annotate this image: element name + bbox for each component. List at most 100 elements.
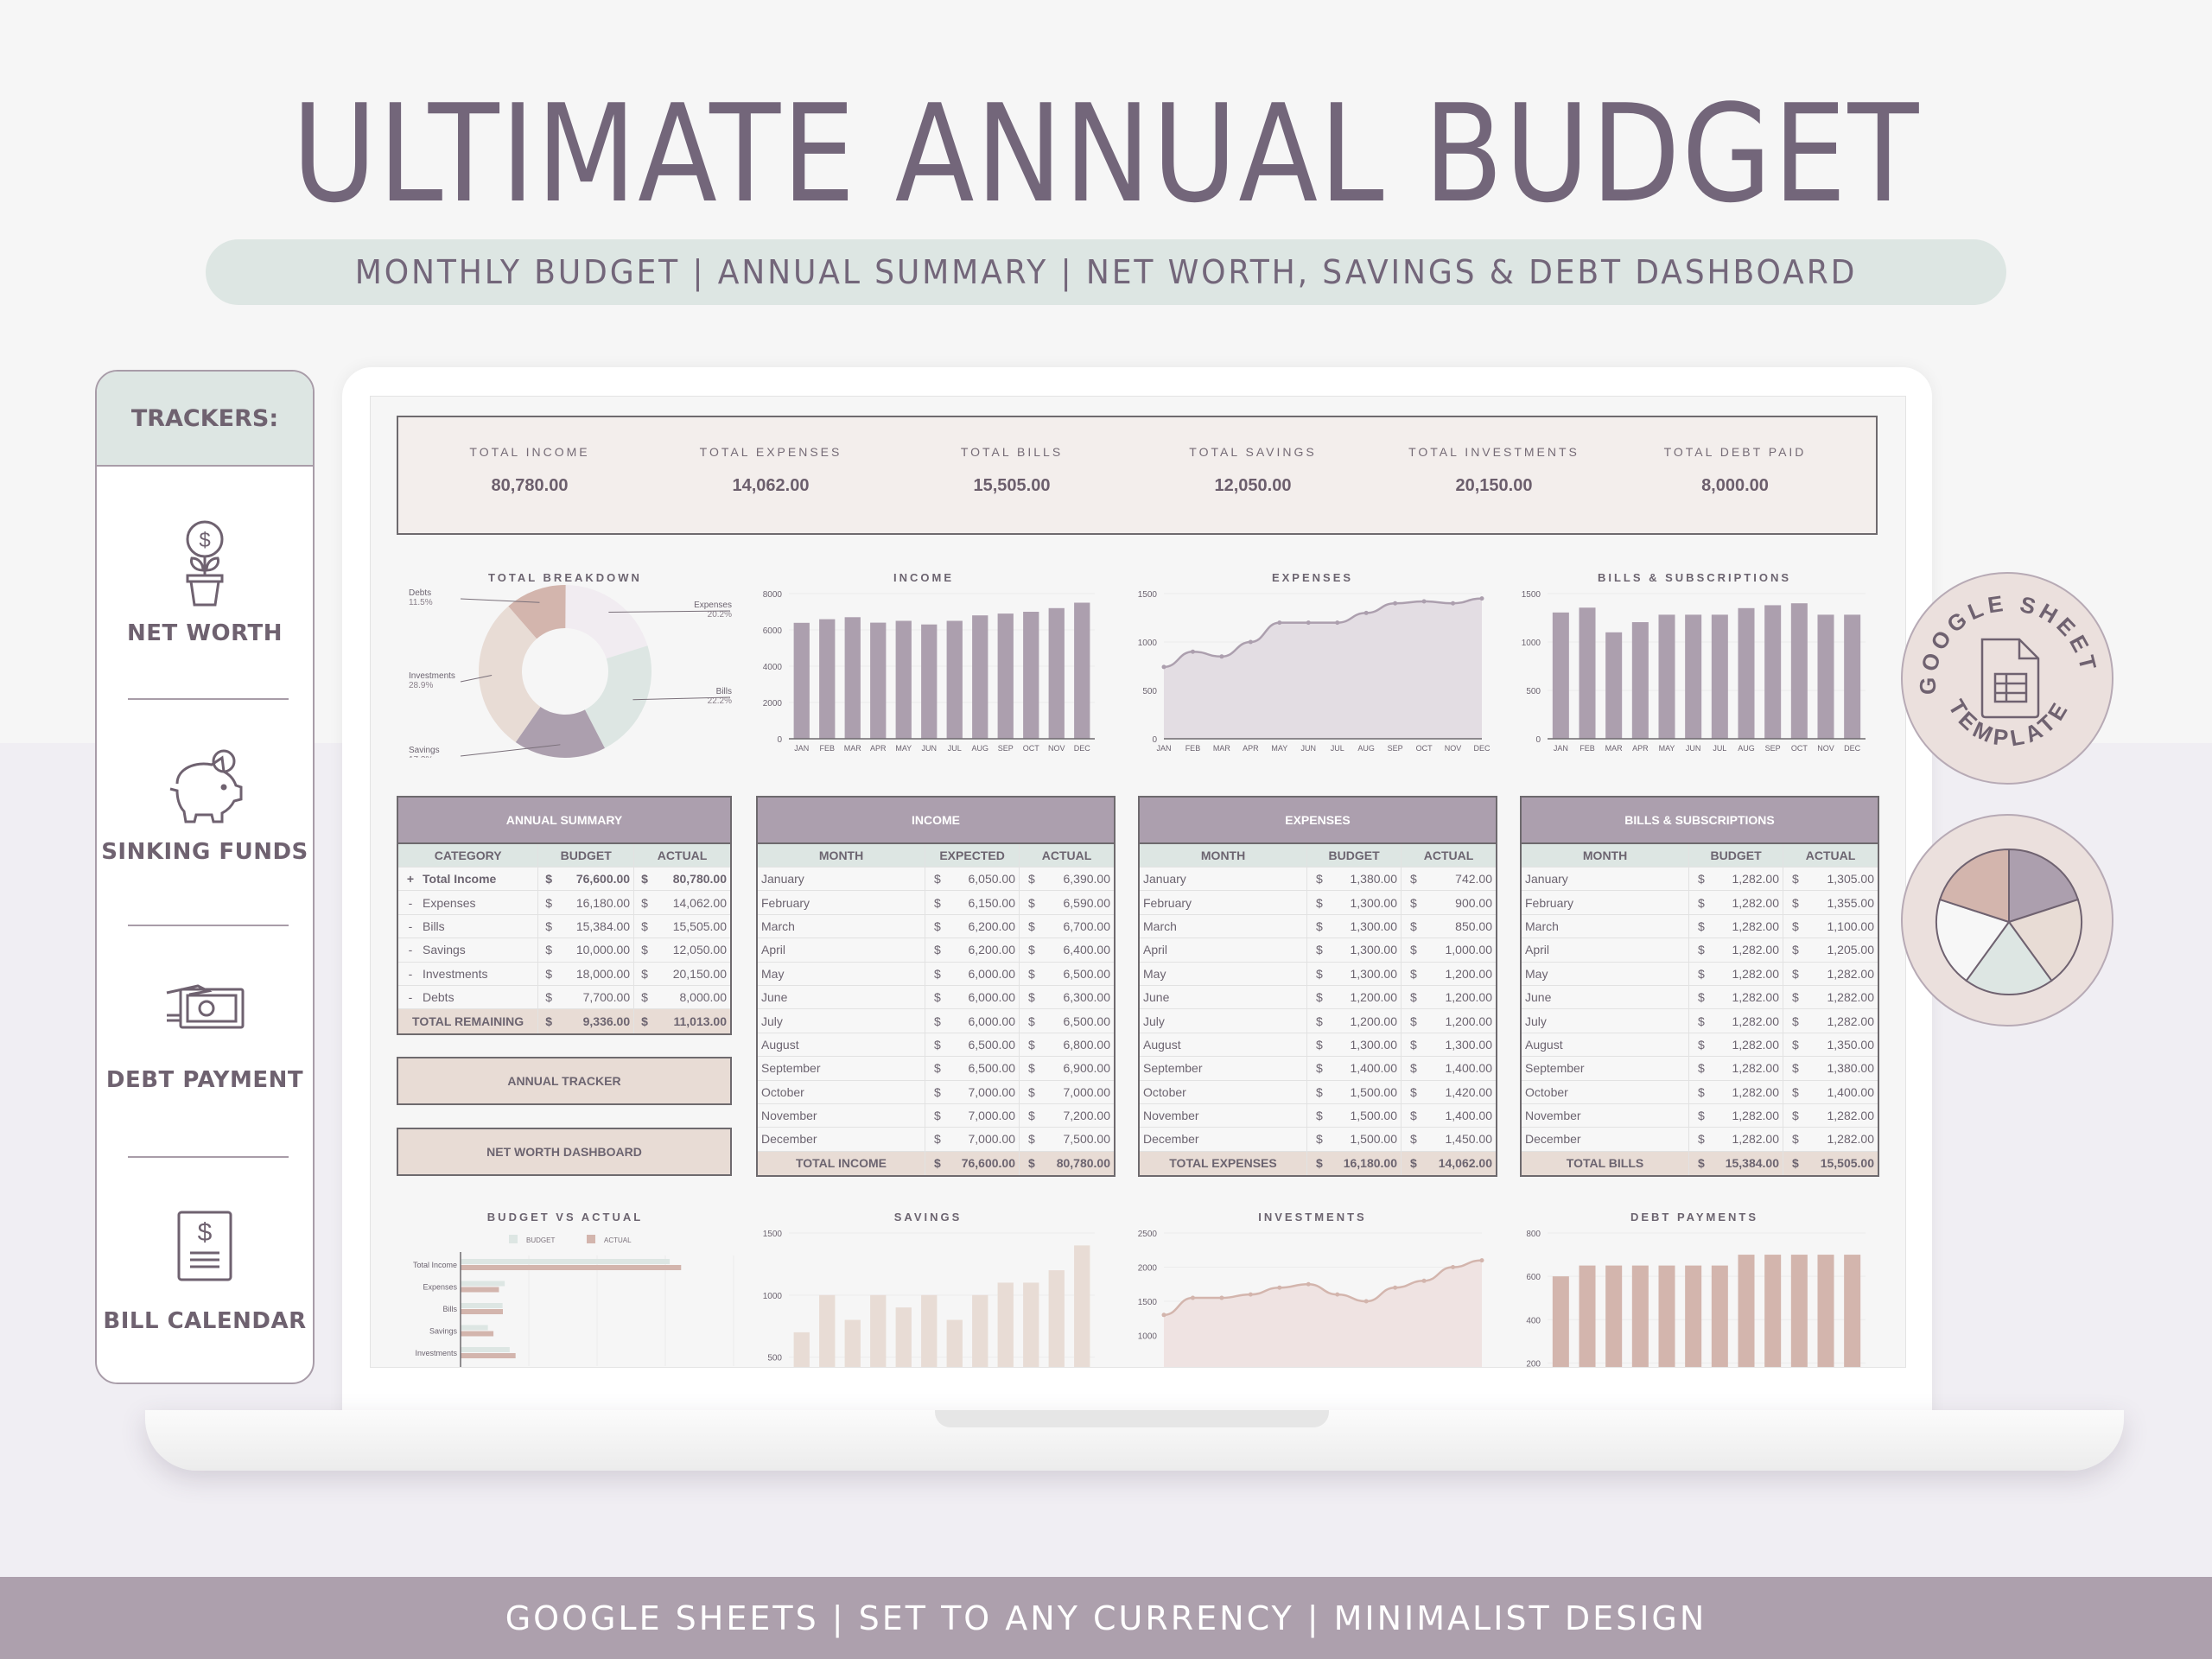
divider [128, 1156, 289, 1158]
col-header: MONTH [1140, 844, 1308, 867]
kpi-label: TOTAL INCOME [469, 445, 590, 459]
tracker-sinking-funds[interactable]: SINKING FUNDS [97, 749, 313, 865]
tracker-debt-payment[interactable]: DEBT PAYMENT [97, 981, 313, 1093]
category-label: Bills [442, 1305, 457, 1313]
kpi-card: TOTAL INCOME 80,780.00 [417, 417, 642, 496]
bar-dec [1844, 614, 1861, 739]
money-value: 1,380.00 [1350, 872, 1398, 887]
bar-budget [461, 1281, 505, 1287]
chart-title-bills: BILLS & SUBSCRIPTIONS [1597, 571, 1792, 584]
money-value: 1,100.00 [1827, 918, 1875, 933]
chart-title-breakdown: TOTAL BREAKDOWN [488, 571, 642, 584]
money-value: 1,282.00 [1732, 990, 1780, 1005]
currency-symbol: $ [1792, 1014, 1799, 1028]
bar-actual [461, 1331, 494, 1337]
currency-symbol: $ [1316, 1109, 1323, 1123]
bar-may [895, 620, 912, 739]
currency-symbol: $ [1316, 990, 1323, 1005]
money-cell: $6,050.00 [925, 868, 1020, 891]
money-value: 1,282.00 [1732, 1109, 1780, 1123]
tracker-net-worth[interactable]: $ NET WORTH [97, 518, 313, 646]
x-tick-label: OCT [1023, 744, 1040, 753]
y-tick-label: 500 [1142, 1366, 1157, 1368]
total-actual-value: 11,013.00 [673, 1014, 727, 1029]
bar-jul [946, 620, 963, 739]
money-cell: $1,500.00 [1307, 1103, 1402, 1128]
currency-symbol: $ [1697, 1156, 1705, 1171]
slice-label: Bills [716, 687, 732, 696]
table-row: February $1,300.00 $900.00 [1140, 891, 1496, 915]
currency-symbol: $ [934, 990, 941, 1005]
currency-symbol: $ [545, 1014, 552, 1029]
x-tick-label: SEP [1765, 744, 1781, 753]
money-cell: $1,420.00 [1402, 1081, 1496, 1103]
table-row: October $1,500.00 $1,420.00 [1140, 1080, 1496, 1104]
money-value: 6,590.00 [1063, 895, 1111, 910]
category-label: Savings [429, 1327, 458, 1336]
money-value: 7,000.00 [968, 1132, 1016, 1147]
area-fill [1164, 598, 1482, 739]
point-apr [1248, 639, 1253, 645]
chart-title-budget-vs-actual: BUDGET VS ACTUAL [486, 1211, 644, 1224]
legend-swatch-budget [509, 1235, 518, 1243]
x-tick-label: JUL [1331, 744, 1344, 753]
bar-feb [1579, 607, 1596, 739]
bar-jan [1552, 612, 1569, 739]
month-cell: April [1522, 938, 1689, 962]
bar-jul [1711, 1265, 1728, 1367]
currency-symbol: $ [641, 990, 648, 1005]
actual-cell: $15,505.00 [634, 915, 730, 938]
bar-actual [461, 1309, 503, 1314]
x-tick-label: APR [1243, 744, 1259, 753]
month-cell: January [1140, 868, 1307, 891]
table-row: June $6,000.00 $6,300.00 [758, 985, 1114, 1010]
currency-symbol: $ [1792, 990, 1799, 1005]
currency-symbol: $ [545, 943, 552, 957]
net-worth-dashboard-button[interactable]: NET WORTH DASHBOARD [397, 1128, 732, 1176]
x-tick-label: APR [870, 744, 887, 753]
money-value: 1,300.00 [1350, 895, 1398, 910]
currency-symbol: $ [1792, 1132, 1799, 1147]
table-row: January $1,282.00 $1,305.00 [1522, 868, 1878, 892]
tracker-label: SINKING FUNDS [101, 839, 308, 865]
bar-jun [1685, 614, 1702, 739]
bar-aug [972, 615, 988, 739]
point-aug [1363, 610, 1369, 615]
currency-symbol: $ [1028, 1084, 1035, 1099]
money-value: 1,282.00 [1827, 990, 1875, 1005]
money-value: 6,300.00 [1063, 990, 1111, 1005]
money-cell: $6,500.00 [1020, 963, 1114, 985]
total-cell: $76,600.00 [925, 1151, 1020, 1176]
divider [128, 925, 289, 926]
y-tick-label: 1500 [1522, 590, 1541, 600]
piggy-bank-icon [169, 749, 243, 823]
investments-area-chart: 500 1000 1500 2000 2500 [1138, 1230, 1484, 1368]
x-tick-label: MAY [1271, 744, 1287, 753]
pie-chart-badge [1901, 814, 2113, 1027]
annual-tracker-button[interactable]: ANNUAL TRACKER [397, 1057, 732, 1105]
month-cell: May [758, 962, 925, 985]
money-cell: $6,150.00 [925, 891, 1020, 914]
bar-aug [1738, 1255, 1755, 1367]
table-total-row: TOTAL BILLS $15,384.00 $15,505.00 [1522, 1151, 1878, 1176]
slice-label: Investments [409, 671, 455, 681]
table-row: November $7,000.00 $7,200.00 [758, 1103, 1114, 1128]
money-value: 1,400.00 [1445, 1061, 1493, 1076]
money-value: 6,400.00 [1063, 943, 1111, 957]
tracker-bill-calendar[interactable]: $ BILL CALENDAR [97, 1210, 313, 1334]
bar-apr [870, 1294, 887, 1367]
actual-value: 15,505.00 [672, 918, 727, 933]
kpi-value: 15,505.00 [973, 476, 1051, 495]
money-cell: $1,400.00 [1307, 1057, 1402, 1080]
y-tick-label: 500 [1526, 687, 1541, 696]
currency-symbol: $ [641, 872, 648, 887]
table-row: September $1,400.00 $1,400.00 [1140, 1057, 1496, 1081]
x-tick-label: AUG [1357, 744, 1375, 753]
money-cell: $1,350.00 [1783, 1033, 1878, 1056]
kpi-value: 80,780.00 [491, 476, 569, 495]
category-label: Investments [423, 966, 488, 981]
currency-symbol: $ [1792, 1037, 1799, 1052]
breakdown-donut-chart: Expenses20.2% Bills22.2% Savings17.3% Inves… [409, 585, 732, 758]
chart-title-debt: DEBT PAYMENTS [1630, 1211, 1759, 1224]
currency-symbol: $ [1410, 1132, 1417, 1147]
